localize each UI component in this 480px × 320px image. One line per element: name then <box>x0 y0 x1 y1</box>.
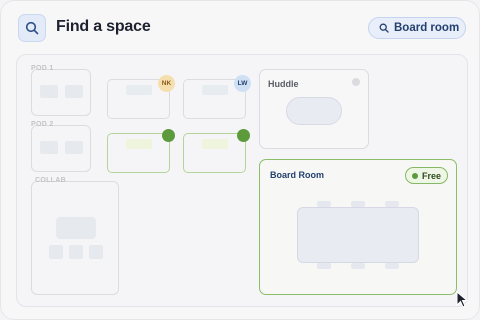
room-name: Board Room <box>270 170 324 180</box>
desk-surface <box>126 139 152 149</box>
zone-pod-2[interactable] <box>31 125 91 172</box>
desk-surface <box>202 85 228 95</box>
available-indicator <box>237 129 250 142</box>
room-status-dot <box>352 78 360 86</box>
available-indicator <box>162 129 175 142</box>
room-huddle[interactable]: Huddle <box>259 69 369 149</box>
collab-table <box>56 217 96 239</box>
zone-label: POD 2 <box>31 121 54 128</box>
avatar[interactable]: LW <box>234 75 251 92</box>
pod-seat <box>40 141 58 154</box>
pod-seat <box>40 85 58 98</box>
search-icon <box>379 23 389 33</box>
board-chair <box>385 201 399 207</box>
desk-surface <box>202 139 228 149</box>
desk-available[interactable] <box>183 133 246 173</box>
mouse-cursor-icon <box>456 291 469 308</box>
search-button[interactable] <box>18 14 46 42</box>
room-name: Huddle <box>268 79 299 89</box>
status-badge: Free <box>405 167 448 184</box>
board-chair <box>351 263 365 269</box>
board-table <box>297 207 419 263</box>
zone-label: POD 1 <box>31 65 54 72</box>
header: Find a space Board room <box>1 1 479 55</box>
status-label: Free <box>422 170 442 181</box>
desk-available[interactable] <box>107 133 170 173</box>
collab-seat <box>49 245 63 259</box>
desk-surface <box>126 85 152 95</box>
board-chair <box>317 201 331 207</box>
selected-space-chip[interactable]: Board room <box>368 17 466 39</box>
app-window: Find a space Board room POD 1 POD 2 COLL… <box>0 0 480 320</box>
available-dot-icon <box>412 172 418 179</box>
board-chair <box>317 263 331 269</box>
chip-label: Board room <box>394 22 460 34</box>
pod-seat <box>65 141 83 154</box>
board-chair <box>351 201 365 207</box>
zone-pod-1[interactable] <box>31 69 91 116</box>
huddle-table <box>286 97 342 125</box>
collab-seat <box>89 245 103 259</box>
zone-collab[interactable] <box>31 181 119 295</box>
page-title: Find a space <box>56 18 151 35</box>
zone-label: COLLAB <box>35 177 66 184</box>
board-chair <box>385 263 399 269</box>
avatar[interactable]: NK <box>158 75 175 92</box>
pod-seat <box>65 85 83 98</box>
search-icon <box>25 21 39 35</box>
collab-seat <box>69 245 83 259</box>
